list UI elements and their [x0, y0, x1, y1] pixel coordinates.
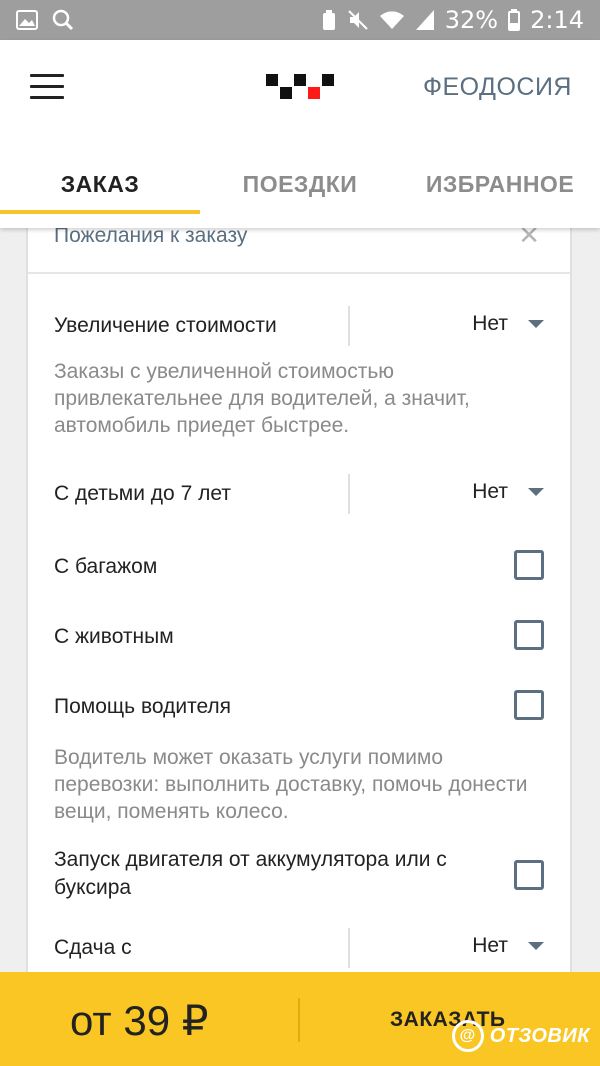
- mute-icon: [347, 9, 369, 31]
- chevron-down-icon: [528, 488, 544, 496]
- option-price-increase: Увеличение стоимости Нет: [28, 306, 570, 366]
- watermark-logo: @ ОТЗОВИК: [451, 1020, 590, 1052]
- app-header: ФЕОДОСИЯ ЗАКАЗ ПОЕЗДКИ ИЗБРАННОЕ: [0, 40, 600, 228]
- wifi-icon: [379, 10, 405, 30]
- watermark-badge-icon: @: [451, 1020, 484, 1052]
- driver-help-checkbox[interactable]: [514, 690, 544, 720]
- luggage-checkbox[interactable]: [514, 550, 544, 580]
- option-label: С багажом: [54, 555, 158, 578]
- divider: [298, 998, 300, 1042]
- bottom-order-bar: от 39 ₽ ЗАКАЗАТЬ @ ОТЗОВИК: [0, 972, 600, 1066]
- option-label: Сдача с: [54, 936, 132, 959]
- option-label: С детьми до 7 лет: [54, 482, 231, 505]
- engine-start-checkbox[interactable]: [514, 860, 544, 890]
- select-value: Нет: [472, 934, 508, 957]
- image-icon: [16, 10, 38, 30]
- search-icon: [52, 9, 74, 31]
- price-increase-select[interactable]: Нет: [472, 312, 544, 336]
- clock: 2:14: [530, 6, 584, 34]
- order-wishes-card: Пожелания к заказу ✕ Увеличение стоимост…: [26, 200, 572, 980]
- taxi-logo-icon: [266, 74, 334, 100]
- tab-trips[interactable]: ПОЕЗДКИ: [200, 140, 400, 228]
- pet-checkbox[interactable]: [514, 620, 544, 650]
- option-label: Помощь водителя: [54, 695, 232, 718]
- status-bar: 32% 2:14: [0, 0, 600, 40]
- option-driver-help: Помощь водителя: [28, 690, 570, 750]
- children-select[interactable]: Нет: [472, 480, 544, 504]
- chevron-down-icon: [528, 320, 544, 328]
- battery-icon: [508, 9, 521, 31]
- divider: [348, 306, 350, 346]
- select-value: Нет: [472, 312, 508, 335]
- battery-percent: 32%: [444, 6, 499, 34]
- tab-order[interactable]: ЗАКАЗ: [0, 140, 200, 228]
- signal-icon: [415, 9, 435, 31]
- tab-favorites[interactable]: ИЗБРАННОЕ: [400, 140, 600, 228]
- option-luggage: С багажом: [28, 550, 570, 610]
- driver-help-hint: Водитель может оказать услуги помимо пер…: [54, 746, 528, 823]
- change-from-select[interactable]: Нет: [472, 934, 544, 958]
- watermark-text: ОТЗОВИК: [489, 1024, 590, 1047]
- tab-bar: ЗАКАЗ ПОЕЗДКИ ИЗБРАННОЕ: [0, 140, 600, 228]
- option-pet: С животным: [28, 620, 570, 680]
- chevron-down-icon: [528, 942, 544, 950]
- city-selector[interactable]: ФЕОДОСИЯ: [423, 73, 572, 102]
- menu-icon[interactable]: [30, 74, 64, 100]
- option-label: Запуск двигателя от аккумулятора или с б…: [54, 848, 447, 899]
- option-label: Увеличение стоимости: [54, 314, 277, 337]
- divider: [348, 474, 350, 514]
- option-label: С животным: [54, 625, 174, 648]
- divider: [348, 928, 350, 968]
- price-label: от 39 ₽: [70, 997, 209, 1044]
- option-children: С детьми до 7 лет Нет: [28, 474, 570, 534]
- option-engine-start: Запуск двигателя от аккумулятора или с б…: [28, 846, 570, 910]
- recycle-icon: [321, 9, 337, 31]
- price-increase-hint: Заказы с увеличенной стоимостью привлека…: [54, 360, 470, 437]
- select-value: Нет: [472, 480, 508, 503]
